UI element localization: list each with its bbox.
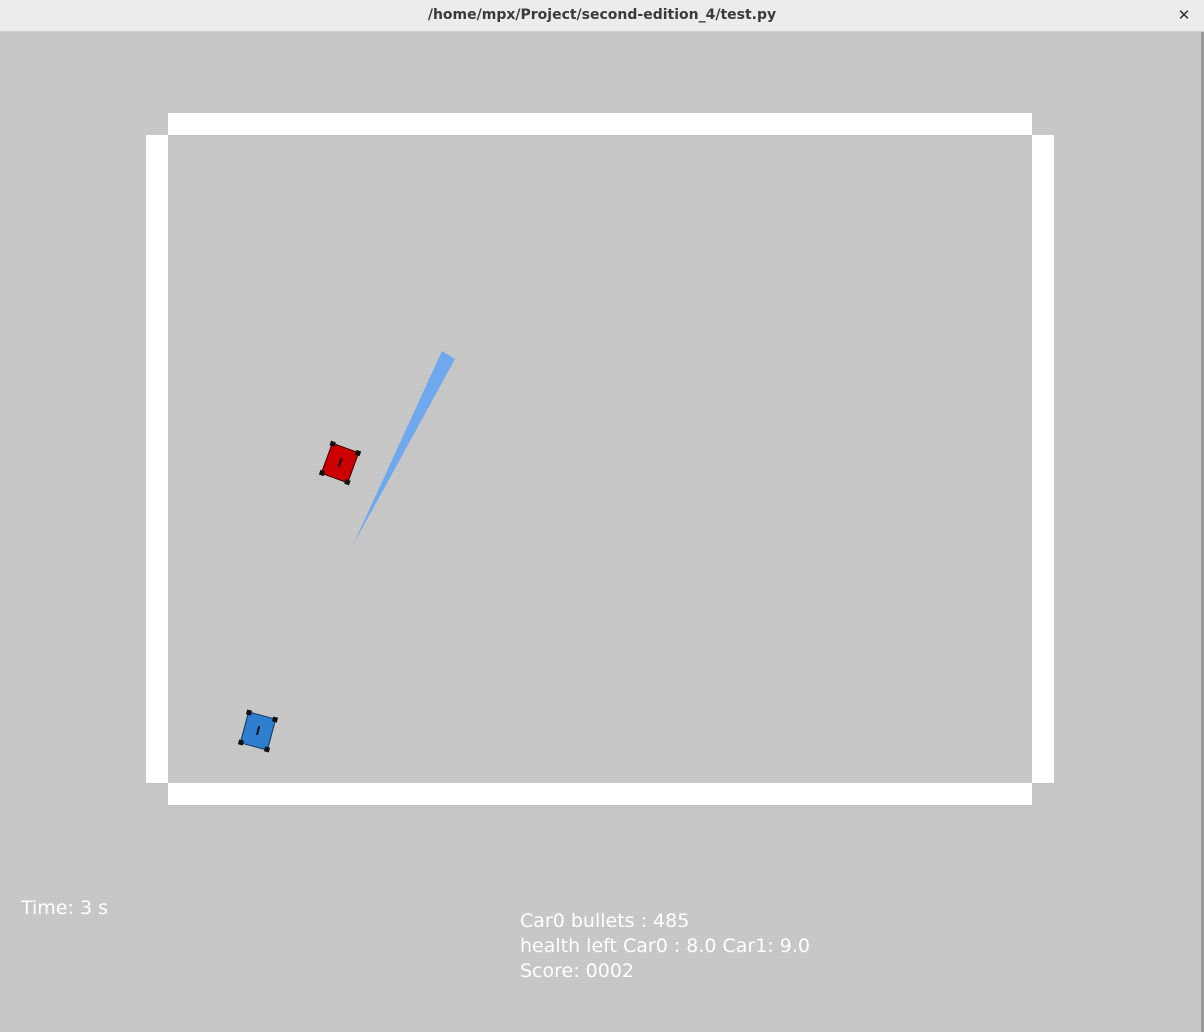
- laser-beam-icon: [353, 351, 455, 545]
- stats-panel: Car0 bullets : 485 health left Car0 : 8.…: [520, 909, 810, 984]
- bullets-label: Car0 bullets : 485: [520, 910, 690, 932]
- left-wall: [146, 135, 168, 783]
- right-wall: [1032, 135, 1054, 783]
- top-wall: [168, 113, 1032, 135]
- time-label: Time: 3 s: [21, 897, 108, 919]
- game-arena: [146, 113, 1054, 805]
- red-car-icon: [318, 440, 362, 486]
- health-label: health left Car0 : 8.0 Car1: 9.0: [520, 935, 811, 957]
- bottom-wall: [168, 783, 1032, 805]
- score-label: Score: 0002: [520, 960, 635, 982]
- blue-car-icon: [237, 709, 279, 753]
- game-window: /home/mpx/Project/second-edition_4/test.…: [0, 0, 1204, 1032]
